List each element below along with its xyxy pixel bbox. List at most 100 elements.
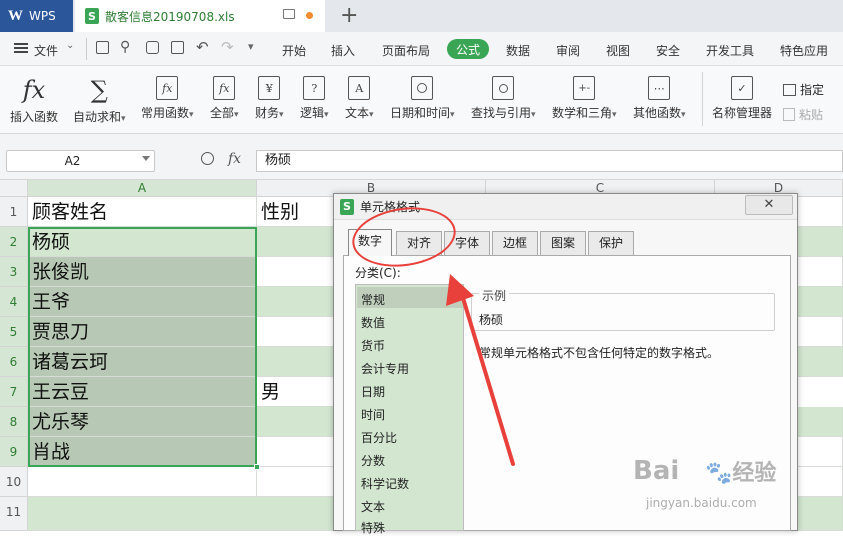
category-item[interactable]: 特殊	[361, 519, 385, 536]
select-all-corner[interactable]	[0, 180, 28, 197]
menu-tab-view[interactable]: 视图	[606, 42, 630, 59]
name-manager-button[interactable]: ✓ 名称管理器	[712, 76, 772, 121]
row-header[interactable]: 10	[0, 467, 28, 497]
row-header[interactable]: 4	[0, 287, 28, 317]
menu-file[interactable]: 文件	[34, 42, 58, 59]
row-header[interactable]: 11	[0, 497, 28, 531]
category-item[interactable]: 会计专用	[361, 360, 409, 377]
autosum-button[interactable]: ∑ 自动求和▾	[73, 76, 126, 125]
table-icon	[783, 83, 796, 96]
math-trig-label: 数学和三角	[552, 106, 613, 120]
lookup-button[interactable]: 查找与引用▾	[471, 76, 536, 121]
category-item[interactable]: 文本	[361, 498, 385, 515]
category-item[interactable]: 货币	[361, 337, 385, 354]
category-item[interactable]: 日期	[361, 383, 385, 400]
category-item[interactable]: 百分比	[361, 429, 397, 446]
name-box-dropdown-icon[interactable]	[142, 156, 150, 161]
datetime-label: 日期和时间	[390, 106, 451, 120]
category-item[interactable]: 分数	[361, 452, 385, 469]
lookup-icon	[492, 76, 515, 100]
paste-icon	[783, 108, 795, 121]
define-name-label: 指定	[800, 83, 825, 97]
menu-tab-security[interactable]: 安全	[656, 42, 680, 59]
insert-function-button[interactable]: fx 插入函数	[10, 76, 58, 125]
undo-icon[interactable]: ↶	[196, 38, 209, 56]
column-header-a[interactable]: A	[28, 180, 257, 197]
logic-button[interactable]: ? 逻辑▾	[300, 76, 329, 121]
define-name-button[interactable]: 指定	[783, 81, 824, 98]
print-icon[interactable]	[146, 41, 159, 54]
text-functions-icon: A	[348, 76, 371, 100]
menu-tab-special[interactable]: 特色应用	[780, 42, 828, 59]
name-box[interactable]: A2	[6, 150, 155, 172]
menu-tab-start[interactable]: 开始	[282, 42, 306, 59]
math-trig-button[interactable]: +- 数学和三角▾	[552, 76, 617, 121]
fx-icon[interactable]: fx	[228, 151, 241, 167]
cell-a10[interactable]	[28, 467, 257, 497]
row-header[interactable]: 6	[0, 347, 28, 377]
common-functions-button[interactable]: fx 常用函数▾	[141, 76, 194, 121]
fx-icon: fx	[22, 76, 46, 104]
all-functions-button[interactable]: fx 全部▾	[210, 76, 239, 121]
dialog-tab-border[interactable]: 边框	[492, 231, 538, 255]
dialog-tab-protection[interactable]: 保护	[588, 231, 634, 255]
menu-tab-page-layout[interactable]: 页面布局	[382, 42, 430, 59]
hamburger-icon[interactable]	[14, 43, 28, 45]
text-functions-button[interactable]: A 文本▾	[345, 76, 374, 121]
annotation-arrow	[446, 274, 515, 466]
row-header[interactable]: 3	[0, 257, 28, 287]
other-functions-button[interactable]: ⋯ 其他函数▾	[633, 76, 686, 121]
spreadsheet-icon: S	[85, 8, 99, 24]
format-painter-icon[interactable]: ⚲	[120, 39, 130, 55]
logic-icon: ?	[303, 76, 326, 100]
row-header[interactable]: 5	[0, 317, 28, 347]
menu-tab-review[interactable]: 审阅	[556, 42, 580, 59]
lookup-label: 查找与引用	[471, 106, 532, 120]
menu-tab-insert[interactable]: 插入	[331, 42, 355, 59]
dialog-tab-pattern[interactable]: 图案	[540, 231, 586, 255]
clock-icon	[411, 76, 434, 100]
menu-tab-data[interactable]: 数据	[506, 42, 530, 59]
zoom-icon[interactable]	[201, 152, 214, 165]
monitor-icon[interactable]	[283, 9, 295, 19]
sigma-icon: ∑	[90, 76, 108, 104]
dialog-close-button[interactable]: ✕	[745, 195, 793, 215]
logic-label: 逻辑	[300, 106, 325, 120]
wps-spreadsheet-icon: S	[340, 198, 354, 215]
selection-border	[28, 227, 257, 467]
other-functions-label: 其他函数	[633, 106, 682, 120]
new-tab-plus-icon[interactable]: +	[340, 3, 358, 28]
name-manager-icon: ✓	[731, 76, 753, 100]
all-functions-icon: fx	[213, 76, 236, 100]
menu-tab-formula[interactable]: 公式	[447, 39, 489, 59]
cell-a1[interactable]: 顾客姓名	[28, 197, 257, 227]
chevron-down-icon[interactable]: ⌄	[66, 40, 74, 51]
save-icon[interactable]	[96, 41, 109, 54]
category-item[interactable]: 科学记数	[361, 475, 409, 492]
autosum-label: 自动求和	[73, 110, 122, 124]
quick-access-dropdown-icon[interactable]: ▾	[248, 40, 254, 53]
finance-icon: ¥	[258, 76, 281, 100]
print-preview-icon[interactable]	[171, 41, 184, 54]
fill-handle[interactable]	[254, 464, 260, 470]
wps-home-tab[interactable]: W WPS	[0, 0, 73, 32]
row-header[interactable]: 2	[0, 227, 28, 257]
category-item[interactable]: 时间	[361, 406, 385, 423]
row-header[interactable]: 8	[0, 407, 28, 437]
formula-input[interactable]: 杨硕	[256, 150, 843, 172]
row-header[interactable]: 7	[0, 377, 28, 407]
document-tab-title: 散客信息20190708.xls	[105, 9, 235, 24]
unsaved-dot-icon[interactable]	[306, 12, 313, 19]
row-header[interactable]: 1	[0, 197, 28, 227]
row-header[interactable]: 9	[0, 437, 28, 467]
redo-icon[interactable]: ↷	[221, 38, 234, 56]
menu-divider	[86, 38, 87, 60]
menu-tab-developer[interactable]: 开发工具	[706, 42, 754, 59]
category-item[interactable]: 常规	[361, 291, 385, 308]
finance-button[interactable]: ¥ 财务▾	[255, 76, 284, 121]
datetime-button[interactable]: 日期和时间▾	[390, 76, 455, 121]
paste-name-button[interactable]: 粘贴	[783, 106, 823, 123]
paste-name-label: 粘贴	[799, 108, 824, 122]
common-functions-icon: fx	[156, 76, 179, 100]
category-item[interactable]: 数值	[361, 314, 385, 331]
